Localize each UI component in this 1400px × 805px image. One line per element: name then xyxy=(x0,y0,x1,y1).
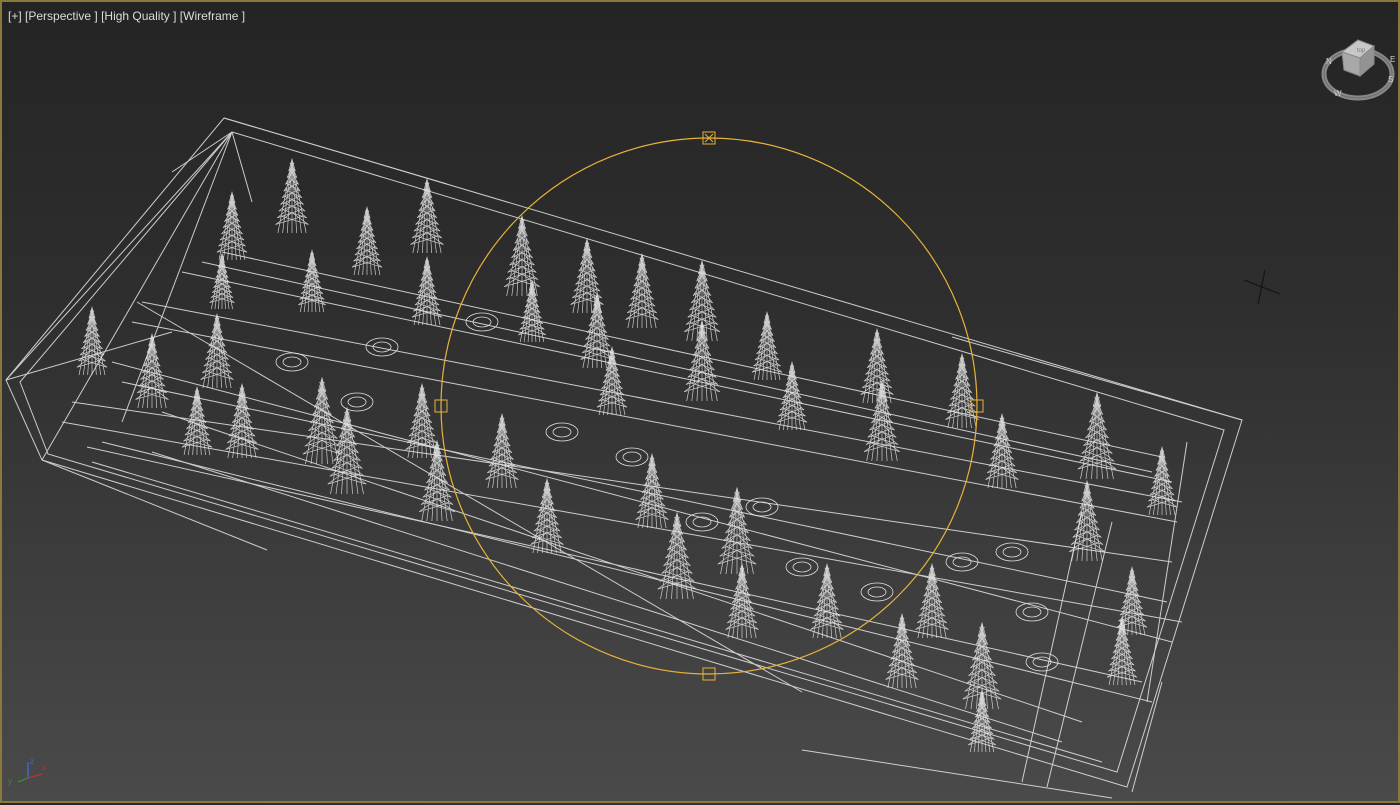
svg-text:x: x xyxy=(42,763,46,772)
bush-wireframes xyxy=(275,312,1059,672)
viewcube-icon[interactable]: top N W S E xyxy=(1320,32,1400,104)
svg-text:W: W xyxy=(1334,89,1342,98)
svg-text:N: N xyxy=(1326,57,1332,66)
svg-text:y: y xyxy=(8,777,12,786)
wireframe-scene[interactable] xyxy=(2,2,1400,805)
selection-gizmo-icon[interactable] xyxy=(434,131,984,681)
svg-text:S: S xyxy=(1388,75,1393,84)
crosshair-icon[interactable] xyxy=(1243,269,1281,305)
tree-wireframes xyxy=(76,157,1178,753)
ground-platform-wireframe xyxy=(5,117,1243,799)
perspective-viewport[interactable]: [+] [Perspective ] [High Quality ] [Wire… xyxy=(0,0,1400,803)
svg-text:z: z xyxy=(30,757,34,766)
svg-text:E: E xyxy=(1390,55,1395,64)
axis-tripod-icon: y z x xyxy=(8,757,46,786)
svg-text:top: top xyxy=(1357,48,1366,54)
